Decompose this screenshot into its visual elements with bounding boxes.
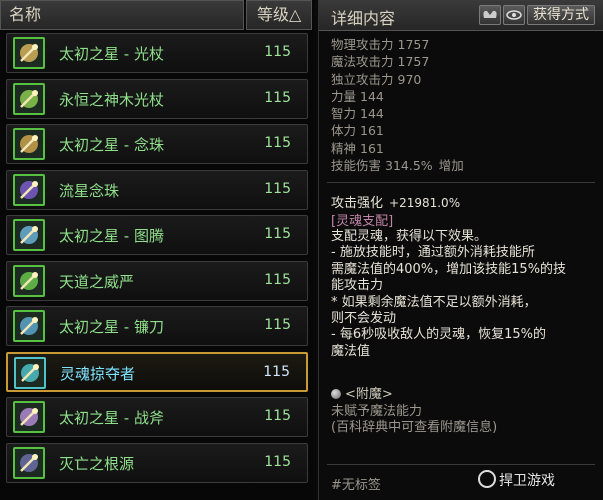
item-level: 115 <box>264 226 291 242</box>
item-level: 115 <box>264 180 291 197</box>
effect-description: 支配灵魂，获得以下效果。 - 施放技能时，通过额外消耗技能所 需魔法值的400%，增… <box>331 229 593 360</box>
divider <box>327 182 595 183</box>
enchant-orb-icon <box>331 389 341 399</box>
item-name: 太初之星 - 念珠 <box>59 136 164 154</box>
item-row[interactable]: 天道之威严 115 <box>6 260 308 301</box>
item-level: 115 <box>264 453 291 470</box>
description-line: - 施放技能时，通过额外消耗技能所 <box>331 245 535 261</box>
item-name: 太初之星 - 图腾 <box>59 227 164 245</box>
item-name: 灭亡之根源 <box>59 454 135 473</box>
soul-reaper-icon <box>14 356 46 389</box>
description-line: 需魔法值的400%，增加该技能15%的技 <box>331 261 567 277</box>
stat-line: 精神 161 <box>331 140 384 156</box>
description-line: * 如果剩余魔法值不足以额外消耗， <box>331 294 537 310</box>
item-level: 115 <box>264 44 291 60</box>
item-name: 太初之星 - 光杖 <box>59 45 164 63</box>
totem-icon <box>13 219 45 251</box>
description-line: 则不会发动 <box>331 311 397 327</box>
stat-line: 物理攻击力 1757 <box>331 37 430 52</box>
stat-line: 力量 144 <box>331 88 384 104</box>
detail-header: 详细内容 获得方式 <box>319 0 603 31</box>
item-level: 115 <box>264 317 291 333</box>
skill-damage-line: 技能伤害 314.5% 增加 <box>331 158 464 174</box>
watermark-logo-icon <box>478 470 496 488</box>
horns-icon <box>483 10 497 18</box>
item-row[interactable]: 灵魂掠夺者 115 <box>6 351 308 392</box>
compare-button[interactable] <box>479 5 501 25</box>
heaven-icon <box>13 264 45 297</box>
view-button[interactable] <box>503 5 525 25</box>
item-list-panel: 名称 等级△ 太初之星 - 光杖 115 永恒之神木光杖 115 太初之星 - 念珠 11… <box>0 0 314 500</box>
description-line: 能攻击力 <box>331 278 384 294</box>
meteor-beads-icon <box>13 173 45 206</box>
staff-icon <box>13 37 45 69</box>
stat-line: 体力 161 <box>331 123 384 139</box>
item-level: 115 <box>264 89 291 106</box>
stat-line: 智力 144 <box>331 106 384 122</box>
item-level: 115 <box>264 271 291 288</box>
attack-enhance: 攻击强化 +21981.0% <box>331 196 461 211</box>
eye-icon <box>506 10 522 20</box>
item-row[interactable]: 太初之星 - 光杖 115 <box>6 33 308 73</box>
item-name: 太初之星 - 战斧 <box>59 409 164 427</box>
item-row[interactable]: 永恒之神木光杖 115 <box>6 78 308 119</box>
item-row[interactable]: 太初之星 - 念珠 115 <box>6 124 308 164</box>
wood-staff-icon <box>13 82 45 115</box>
description-line: - 每6秒吸收敌人的灵魂，恢复15%的 <box>331 327 546 343</box>
item-level: 115 <box>264 408 291 424</box>
item-name: 永恒之神木光杖 <box>59 90 165 109</box>
enchant-block: <附魔> 未赋予魔法能力 (百科辞典中可查看附魔信息) <box>331 387 498 435</box>
item-name: 流星念珠 <box>59 181 120 200</box>
column-header-name[interactable]: 名称 <box>0 0 244 30</box>
stats-block: 物理攻击力 1757 魔法攻击力 1757 独立攻击力 970 力量 144 智力 144 体力 16… <box>331 36 464 174</box>
column-header-level[interactable]: 等级△ <box>246 0 312 30</box>
beads-icon <box>13 128 45 160</box>
battle-axe-icon <box>13 401 45 433</box>
doom-root-icon <box>13 446 45 479</box>
item-row[interactable]: 流星念珠 115 <box>6 169 308 210</box>
item-name: 天道之威严 <box>59 272 135 291</box>
item-name: 太初之星 - 镰刀 <box>59 318 164 336</box>
detail-title: 详细内容 <box>331 9 396 28</box>
item-level: 115 <box>264 135 291 151</box>
detail-panel: 详细内容 获得方式 物理攻击力 1757 魔法攻击力 1757 独立攻击力 970 力量 14… <box>318 0 603 500</box>
item-level: 115 <box>263 363 290 380</box>
item-row[interactable]: 太初之星 - 战斧 115 <box>6 397 308 437</box>
stat-line: 魔法攻击力 1757 <box>331 54 430 70</box>
soul-domination-title: [灵魂支配] <box>331 214 394 229</box>
stat-line: 独立攻击力 970 <box>331 71 422 87</box>
watermark: 捍卫游戏 <box>478 470 555 490</box>
tag-label[interactable]: #无标签 <box>331 474 381 493</box>
item-row[interactable]: 太初之星 - 图腾 115 <box>6 215 308 255</box>
description-line: 魔法值 <box>331 343 371 359</box>
scythe-icon <box>13 310 45 342</box>
description-line: 支配灵魂，获得以下效果。 <box>331 229 488 244</box>
divider <box>327 464 595 465</box>
item-name: 灵魂掠夺者 <box>60 364 136 383</box>
acquire-method-button[interactable]: 获得方式 <box>527 5 595 25</box>
item-row[interactable]: 灭亡之根源 115 <box>6 442 308 483</box>
item-row[interactable]: 太初之星 - 镰刀 115 <box>6 306 308 346</box>
